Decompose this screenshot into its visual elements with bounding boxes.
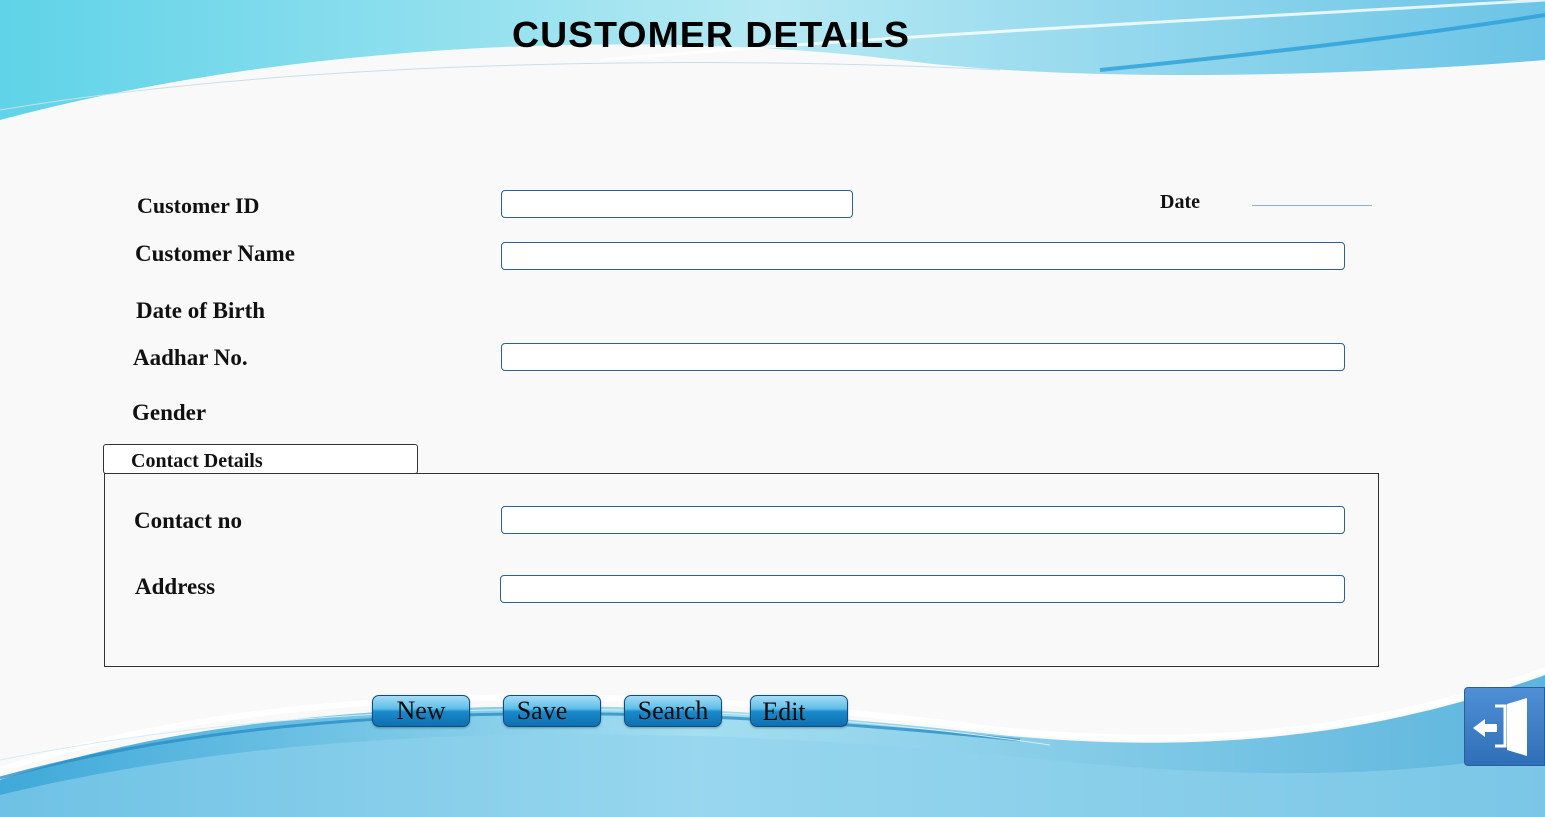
- customer-name-input[interactable]: [501, 242, 1345, 270]
- bottom-wave-decoration: [0, 667, 1545, 817]
- page-title: CUSTOMER DETAILS: [512, 14, 910, 55]
- date-label: Date: [1160, 191, 1200, 213]
- save-button[interactable]: Save: [503, 695, 601, 727]
- address-label: Address: [135, 574, 216, 599]
- customer-name-label: Customer Name: [135, 241, 295, 266]
- contact-details-tab: Contact Details: [103, 444, 418, 474]
- date-of-birth-label: Date of Birth: [136, 298, 266, 323]
- edit-button[interactable]: Edit: [750, 695, 848, 727]
- exit-door-icon: [1473, 698, 1527, 756]
- customer-id-input[interactable]: [501, 190, 853, 218]
- address-input[interactable]: [500, 575, 1345, 603]
- contact-no-label: Contact no: [134, 508, 242, 533]
- new-button[interactable]: New: [372, 695, 470, 727]
- gender-label: Gender: [132, 400, 207, 425]
- exit-button[interactable]: [1464, 687, 1545, 766]
- customer-id-label: Customer ID: [137, 193, 260, 218]
- contact-no-input[interactable]: [501, 506, 1345, 534]
- search-button[interactable]: Search: [624, 695, 722, 727]
- aadhar-no-label: Aadhar No.: [133, 345, 248, 370]
- contact-details-label: Contact Details: [131, 450, 263, 472]
- date-value-line[interactable]: [1252, 205, 1372, 206]
- aadhar-no-input[interactable]: [501, 343, 1345, 371]
- contact-details-group: [104, 473, 1379, 667]
